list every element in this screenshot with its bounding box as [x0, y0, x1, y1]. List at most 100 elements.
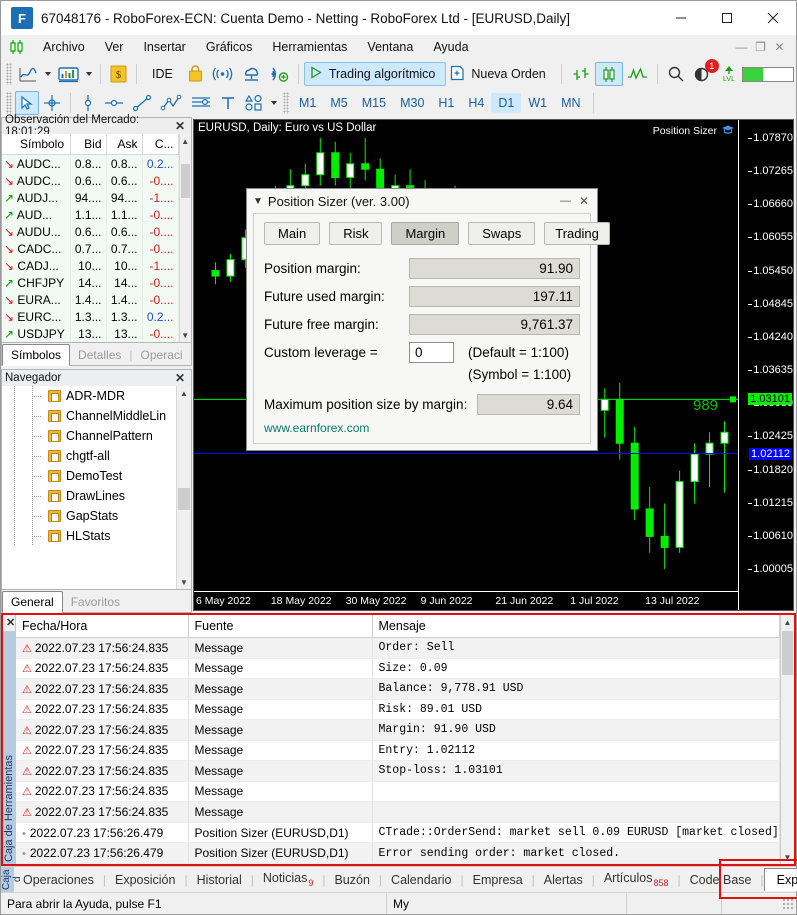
table-row[interactable]: ⚠2022.07.23 17:56:24.835MessageSize: 0.0…	[16, 658, 780, 679]
navigator-item[interactable]: ChannelMiddleLin	[2, 406, 176, 426]
bottom-tab-buzón[interactable]: Buzón	[325, 869, 378, 891]
timeframe-w1[interactable]: W1	[521, 93, 554, 113]
timeframe-m30[interactable]: M30	[393, 93, 431, 113]
mdi-close-button[interactable]: ✕	[771, 40, 788, 54]
bottom-tab-exposición[interactable]: Exposición	[106, 869, 184, 891]
position-sizer-titlebar[interactable]: ▼ Position Sizer (ver. 3.00) — ✕	[247, 189, 597, 213]
market-bag-icon[interactable]	[183, 62, 208, 86]
market-watch-row[interactable]: ↘ AUDC...0.6...0.6...-0....	[2, 172, 178, 189]
experts-log-table[interactable]: Fecha/Hora Fuente Mensaje ⚠2022.07.23 17…	[16, 615, 780, 864]
future-free-margin-value[interactable]: 9,761.37	[409, 314, 580, 335]
bottom-tab-operaciones[interactable]: Operaciones	[14, 869, 103, 891]
maximize-button[interactable]	[704, 1, 750, 35]
bottom-tab-calendario[interactable]: Calendario	[382, 869, 460, 891]
market-watch-row[interactable]: ↘ AUDC...0.8...0.8...0.2...	[2, 155, 178, 173]
market-watch-row[interactable]: ↘ CADC...0.7...0.7...-0....	[2, 240, 178, 257]
navigator-item[interactable]: ChannelPattern	[2, 426, 176, 446]
tab-operaciones[interactable]: Operaci	[133, 345, 191, 365]
table-row[interactable]: •2022.07.23 17:56:26.479Position Sizer (…	[16, 843, 780, 864]
time-axis[interactable]: 6 May 202218 May 202230 May 20229 Jun 20…	[194, 591, 738, 610]
bottom-tab-noticias[interactable]: Noticias9	[254, 867, 322, 892]
navigator-item[interactable]: HLStats	[2, 526, 176, 546]
navigator-item[interactable]: DemoTest	[2, 466, 176, 486]
toolbox-close-icon[interactable]: ✕	[6, 616, 15, 629]
col-mensaje[interactable]: Mensaje	[372, 615, 780, 638]
copy-trading-icon[interactable]	[265, 62, 293, 86]
market-watch-close-icon[interactable]: ✕	[172, 119, 188, 133]
market-watch-row[interactable]: ↘ EURA...1.4...1.4...-0....	[2, 291, 178, 308]
close-button[interactable]	[750, 1, 796, 35]
timeframe-m1[interactable]: M1	[292, 93, 323, 113]
custom-leverage-input[interactable]: 0	[409, 342, 454, 363]
trend-line-icon[interactable]	[128, 91, 156, 115]
ps-tab-main[interactable]: Main	[264, 222, 320, 245]
lvl-icon[interactable]: LVL	[716, 62, 742, 86]
scroll-down-icon[interactable]: ▼	[180, 328, 192, 342]
market-watch-row[interactable]: ↘ EURC...1.3...1.3...0.2...	[2, 308, 178, 325]
tab-favoritos[interactable]: Favoritos	[63, 592, 128, 612]
tab-general[interactable]: General	[2, 591, 63, 613]
bottom-tab-empresa[interactable]: Empresa	[464, 869, 532, 891]
menu-ver[interactable]: Ver	[95, 37, 134, 57]
market-watch-row[interactable]: ↗ USDJPY13...13...-0....	[2, 325, 178, 342]
navigator-close-icon[interactable]: ✕	[172, 371, 188, 385]
market-watch-row[interactable]: ↗ AUD...1.1...1.1...-0....	[2, 206, 178, 223]
search-icon[interactable]	[663, 62, 689, 86]
bar-chart-icon[interactable]	[567, 62, 595, 86]
timeframe-m15[interactable]: M15	[355, 93, 393, 113]
navigator-item[interactable]: GapStats	[2, 506, 176, 526]
ps-tab-trading[interactable]: Trading	[544, 222, 610, 245]
col-change[interactable]: C...	[142, 134, 178, 155]
menu-archivo[interactable]: Archivo	[33, 37, 95, 57]
timeframe-h4[interactable]: H4	[461, 93, 491, 113]
shapes-dropdown-icon[interactable]	[271, 101, 277, 105]
col-fecha-hora[interactable]: Fecha/Hora	[16, 615, 188, 638]
market-watch-row[interactable]: ↗ AUDJ...94....94....-1....	[2, 189, 178, 206]
line-chart-icon[interactable]	[623, 62, 652, 86]
price-axis[interactable]: 1.078701.072651.066601.060551.054501.048…	[738, 120, 793, 610]
new-order-button[interactable]: Nueva Orden	[446, 62, 555, 86]
scroll-up-icon[interactable]: ▲	[781, 615, 794, 629]
timeframe-mn[interactable]: MN	[554, 93, 587, 113]
toolbar-grip[interactable]	[6, 92, 12, 114]
bottom-tab-artículos[interactable]: Artículos858	[595, 867, 678, 892]
polyline-icon[interactable]	[156, 91, 186, 115]
indicators-dropdown-icon[interactable]	[86, 72, 92, 76]
candlestick-chart-icon[interactable]	[595, 62, 623, 86]
cursor-arrow-icon[interactable]	[15, 91, 39, 115]
position-sizer-dialog[interactable]: ▼ Position Sizer (ver. 3.00) — ✕ Main Ri…	[246, 188, 598, 451]
shapes-icon[interactable]	[240, 91, 268, 115]
vps-cloud-icon[interactable]	[237, 62, 265, 86]
timeframe-m5[interactable]: M5	[323, 93, 354, 113]
ps-tab-margin[interactable]: Margin	[391, 222, 459, 245]
navigator-item[interactable]: DrawLines	[2, 486, 176, 506]
toolbar-grip[interactable]	[6, 63, 12, 85]
market-watch-row[interactable]: ↗ CHFJPY14...14...-0....	[2, 274, 178, 291]
signals-icon[interactable]	[208, 62, 237, 86]
menu-herramientas[interactable]: Herramientas	[262, 37, 357, 57]
timeframe-d1[interactable]: D1	[491, 93, 521, 113]
scroll-up-icon[interactable]: ▲	[180, 134, 192, 148]
resize-grip[interactable]	[782, 898, 794, 910]
navigator-item[interactable]: ADR-MDR	[2, 386, 176, 406]
scroll-down-icon[interactable]: ▼	[177, 575, 191, 589]
table-row[interactable]: ⚠2022.07.23 17:56:24.835MessageStop-loss…	[16, 761, 780, 782]
chart-type-dropdown-icon[interactable]	[45, 72, 51, 76]
algo-trading-button[interactable]: Trading algorítmico	[304, 62, 447, 86]
toolbar-grip[interactable]	[283, 92, 289, 114]
table-row[interactable]: ⚠2022.07.23 17:56:24.835MessageMargin: 9…	[16, 720, 780, 741]
chart-type-icon[interactable]	[15, 62, 42, 86]
text-tool-icon[interactable]	[216, 91, 240, 115]
horizontal-line-icon[interactable]	[100, 91, 128, 115]
earnforex-link[interactable]: www.earnforex.com	[264, 421, 580, 435]
menu-graficos[interactable]: Gráficos	[196, 37, 263, 57]
menu-ventana[interactable]: Ventana	[357, 37, 423, 57]
vertical-line-icon[interactable]	[76, 91, 100, 115]
bottom-tab-historial[interactable]: Historial	[188, 869, 251, 891]
menu-ayuda[interactable]: Ayuda	[423, 37, 478, 57]
ps-tab-risk[interactable]: Risk	[329, 222, 382, 245]
minimize-button[interactable]	[658, 1, 704, 35]
position-sizer-minimize-icon[interactable]: —	[554, 195, 577, 207]
market-watch-row[interactable]: ↘ CADJ...10...10...-1....	[2, 257, 178, 274]
position-margin-value[interactable]: 91.90	[409, 258, 580, 279]
